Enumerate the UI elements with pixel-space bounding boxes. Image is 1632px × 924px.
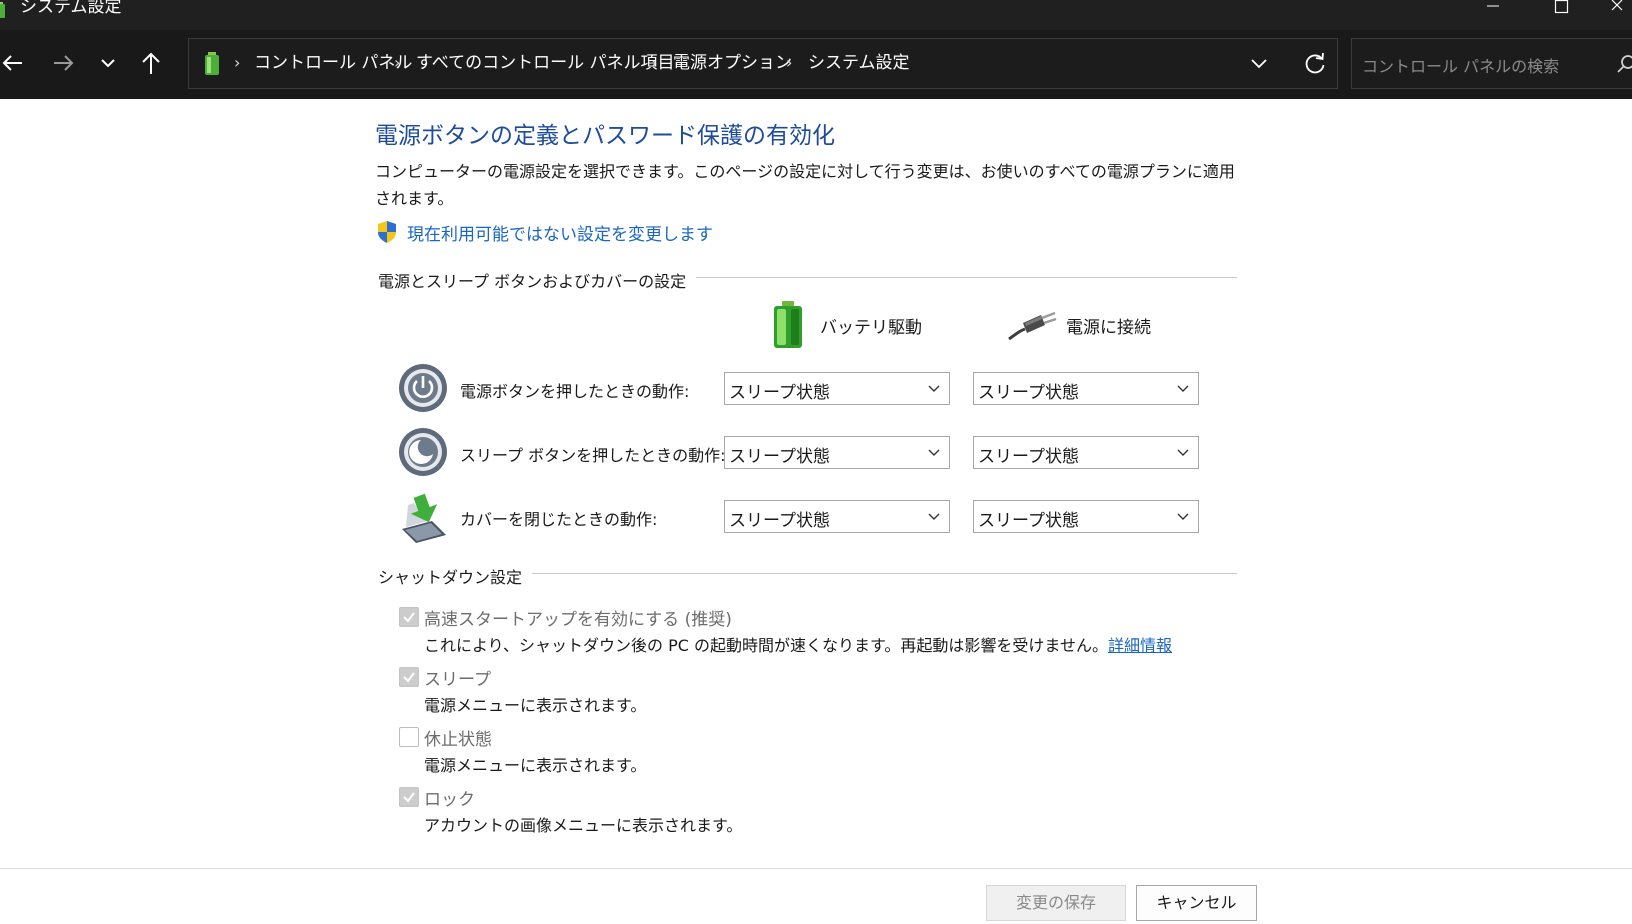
more-info-link[interactable]: 詳細情報 <box>1108 636 1172 655</box>
sleep-button-action-label: スリープ ボタンを押したときの動作: <box>460 446 726 465</box>
fast-startup-checkbox[interactable] <box>399 607 419 627</box>
laptop-lid-icon <box>402 493 446 543</box>
select-value: スリープ状態 <box>729 383 830 403</box>
close-icon <box>1611 0 1623 11</box>
shutdown-group-title: シャットダウン設定 <box>378 564 533 588</box>
lock-description: アカウントの画像メニューに表示されます。 <box>424 816 743 835</box>
minimize-button[interactable] <box>1470 0 1516 20</box>
select-value: スリープ状態 <box>729 447 830 467</box>
hibernate-description: 電源メニューに表示されます。 <box>424 756 647 775</box>
breadcrumb-system-settings[interactable]: システム設定 <box>808 52 910 74</box>
forward-arrow-icon <box>54 55 74 71</box>
chevron-down-icon <box>101 59 115 68</box>
chevron-down-icon <box>1177 449 1189 456</box>
breadcrumb-control-panel[interactable]: コントロール パネル <box>254 52 412 74</box>
footer-divider <box>0 868 1632 869</box>
select-value: スリープ状態 <box>978 511 1079 531</box>
lock-checkbox[interactable] <box>399 787 419 807</box>
breadcrumb-separator: › <box>234 53 241 72</box>
battery-icon <box>0 2 5 18</box>
lid-close-battery-select[interactable]: スリープ状態 <box>724 500 950 533</box>
sleep-button-battery-select[interactable]: スリープ状態 <box>724 436 950 469</box>
power-button-plugged-select[interactable]: スリープ状態 <box>973 372 1199 405</box>
breadcrumb-separator: › <box>394 53 401 72</box>
sleep-button-icon <box>399 428 447 476</box>
select-value: スリープ状態 <box>978 447 1079 467</box>
power-buttons-group-title: 電源とスリープ ボタンおよびカバーの設定 <box>378 268 697 292</box>
lid-close-plugged-select[interactable]: スリープ状態 <box>973 500 1199 533</box>
chevron-down-icon <box>928 385 940 392</box>
recent-locations-button[interactable] <box>94 49 122 77</box>
maximize-icon <box>1554 0 1569 14</box>
select-value: スリープ状態 <box>729 511 830 531</box>
checkmark-icon <box>403 672 415 683</box>
page-title: 電源ボタンの定義とパスワード保護の有効化 <box>375 123 835 149</box>
power-button-action-label: 電源ボタンを押したときの動作: <box>460 382 690 401</box>
hibernate-label[interactable]: 休止状態 <box>424 725 492 750</box>
select-value: スリープ状態 <box>978 383 1079 403</box>
up-button[interactable] <box>137 49 165 77</box>
lock-label[interactable]: ロック <box>424 785 475 810</box>
forward-button[interactable] <box>48 49 76 77</box>
plugged-in-column-label: 電源に接続 <box>1066 318 1151 338</box>
sleep-description: 電源メニューに表示されます。 <box>424 696 647 715</box>
fast-startup-label[interactable]: 高速スタートアップを有効にする (推奨) <box>424 605 732 630</box>
fast-startup-description-text: これにより、シャットダウン後の PC の起動時間が速くなります。再起動は影響を受… <box>424 636 1108 655</box>
breadcrumb-separator: › <box>651 53 658 72</box>
lid-close-action-label: カバーを閉じたときの動作: <box>460 510 658 529</box>
window-title: システム設定 <box>20 0 122 17</box>
address-bar[interactable]: › コントロール パネル › すべてのコントロール パネル項目 › 電源オプショ… <box>188 38 1338 89</box>
cancel-button[interactable]: キャンセル <box>1136 885 1257 921</box>
chevron-down-icon <box>1177 513 1189 520</box>
search-box[interactable]: コントロール パネルの検索 <box>1351 38 1632 89</box>
power-button-battery-select[interactable]: スリープ状態 <box>724 372 950 405</box>
breadcrumb-separator: › <box>786 53 793 72</box>
battery-icon <box>205 52 219 75</box>
power-plug-icon <box>1008 311 1057 341</box>
power-button-icon <box>399 364 447 412</box>
minimize-icon <box>1487 5 1499 7</box>
sleep-button-plugged-select[interactable]: スリープ状態 <box>973 436 1199 469</box>
checkmark-icon <box>403 612 415 623</box>
close-button[interactable] <box>1596 0 1632 20</box>
maximize-button[interactable] <box>1538 0 1584 20</box>
breadcrumb-power-options[interactable]: 電源オプション <box>673 52 792 74</box>
chevron-down-icon <box>928 513 940 520</box>
chevron-down-icon[interactable] <box>1245 51 1273 77</box>
battery-column-label: バッテリ駆動 <box>820 318 922 338</box>
chevron-down-icon <box>1177 385 1189 392</box>
change-unavailable-settings-link[interactable]: 現在利用可能ではない設定を変更します <box>407 220 713 245</box>
up-arrow-icon <box>142 52 160 74</box>
hibernate-checkbox[interactable] <box>399 727 419 747</box>
checkmark-icon <box>403 792 415 803</box>
back-arrow-icon <box>2 55 22 71</box>
uac-shield-icon <box>378 221 396 243</box>
battery-icon <box>774 301 802 348</box>
fast-startup-description: これにより、シャットダウン後の PC の起動時間が速くなります。再起動は影響を受… <box>424 632 1172 656</box>
chevron-down-icon <box>928 449 940 456</box>
search-icon[interactable] <box>1616 54 1632 74</box>
back-button[interactable] <box>0 49 28 77</box>
save-changes-button[interactable]: 変更の保存 <box>986 885 1126 921</box>
breadcrumb-all-items[interactable]: すべてのコントロール パネル項目 <box>416 52 675 74</box>
sleep-label[interactable]: スリープ <box>424 665 491 690</box>
navigation-bar: › コントロール パネル › すべてのコントロール パネル項目 › 電源オプショ… <box>0 30 1632 99</box>
page-description: コンピューターの電源設定を選択できます。このページの設定に対して行う変更は、お使… <box>375 162 1235 208</box>
title-bar: システム設定 <box>0 0 1632 30</box>
refresh-icon[interactable] <box>1301 50 1329 78</box>
search-input[interactable]: コントロール パネルの検索 <box>1362 53 1559 77</box>
sleep-checkbox[interactable] <box>399 667 419 687</box>
